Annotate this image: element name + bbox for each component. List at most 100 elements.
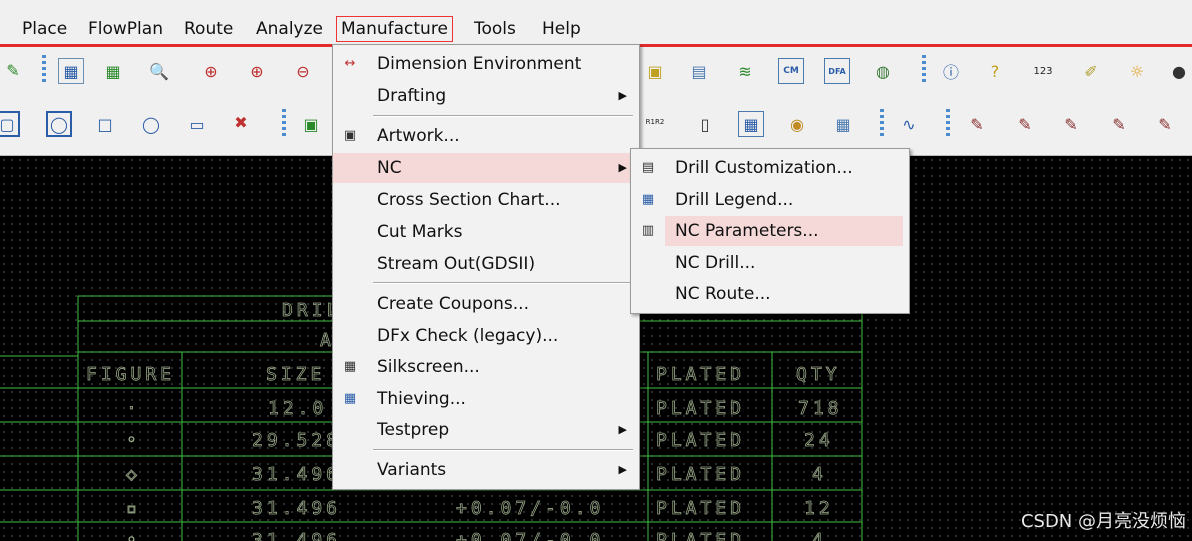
row4-qty: 12 <box>804 498 834 519</box>
dimension-icon: ↔ <box>344 56 356 71</box>
menu-item-silkscreen[interactable]: ▦ Silkscreen... <box>333 352 639 382</box>
nc-submenu: ▤ Drill Customization... ▦ Drill Legend.… <box>630 148 910 314</box>
row3-figure: ◇ <box>126 464 141 485</box>
window-icon[interactable]: ▭ <box>184 111 210 137</box>
thieving-icon: ▦ <box>343 391 357 406</box>
row4-figure: ▫ <box>126 498 141 519</box>
note1-icon[interactable]: ✎ <box>964 111 990 137</box>
menu-item-nc[interactable]: NC ▶ <box>333 153 639 183</box>
color-icon[interactable]: ▣ <box>642 58 668 84</box>
menu-item-artwork[interactable]: ▣ Artwork... <box>333 121 639 151</box>
dfa-icon[interactable]: DFA <box>824 58 850 84</box>
row4-size: 31.496 <box>252 498 341 519</box>
bomb-icon[interactable]: ● <box>1166 58 1192 84</box>
array-icon[interactable]: ▦ <box>830 111 856 137</box>
row3-size: 31.496 <box>252 464 341 485</box>
menu-item-drill-customization[interactable]: ▤ Drill Customization... <box>631 153 909 183</box>
row1-figure: · <box>126 398 141 419</box>
menu-item-nc-route[interactable]: NC Route... <box>631 279 909 309</box>
menu-separator <box>373 282 633 284</box>
grid-snap-icon[interactable]: ▦ <box>100 58 126 84</box>
shape-round-icon[interactable]: ◯ <box>46 111 72 137</box>
row1-plated: PLATED <box>656 398 745 419</box>
menu-item-stream-out[interactable]: Stream Out(GDSII) <box>333 249 639 279</box>
menu-flowplan[interactable]: FlowPlan <box>88 18 163 40</box>
menu-item-drill-legend[interactable]: ▦ Drill Legend... <box>631 185 909 215</box>
menu-item-cross-section-chart[interactable]: Cross Section Chart... <box>333 185 639 215</box>
shape-icon[interactable]: ▢ <box>0 111 20 137</box>
menu-analyze[interactable]: Analyze <box>256 18 323 40</box>
text-icon[interactable]: ▯ <box>692 111 718 137</box>
zoom-out-icon[interactable]: ⊖ <box>290 58 316 84</box>
grid-icon[interactable]: ▦ <box>58 58 84 84</box>
menu-help[interactable]: Help <box>542 18 581 40</box>
silkscreen-icon: ▦ <box>343 359 357 374</box>
drill-legend-icon: ▦ <box>641 192 655 207</box>
menu-item-thieving[interactable]: ▦ Thieving... <box>333 384 639 414</box>
menu-route[interactable]: Route <box>184 18 233 40</box>
menu-item-create-coupons[interactable]: Create Coupons... <box>333 289 639 319</box>
brush-icon[interactable]: ✐ <box>1078 58 1104 84</box>
menu-item-variants[interactable]: Variants ▶ <box>333 455 639 485</box>
row4-tolerance: +0.07/-0.0 <box>456 498 604 519</box>
toolbar-separator <box>946 109 950 139</box>
row1-size: 12.0 <box>268 398 327 419</box>
submenu-arrow-icon: ▶ <box>618 423 627 436</box>
menu-item-nc-drill[interactable]: NC Drill... <box>631 248 909 278</box>
submenu-arrow-icon: ▶ <box>618 161 627 174</box>
delete-icon[interactable]: ✖ <box>228 109 254 135</box>
note2-icon[interactable]: ✎ <box>1012 111 1038 137</box>
menu-item-dimension-environment[interactable]: ↔ Dimension Environment <box>333 49 639 79</box>
cm-icon[interactable]: CM <box>778 58 804 84</box>
layer-icon[interactable]: ▤ <box>686 58 712 84</box>
info-icon[interactable]: ⓘ <box>938 58 964 84</box>
row3-plated: PLATED <box>656 464 745 485</box>
drill-customization-icon: ▤ <box>641 160 655 175</box>
watermark: CSDN @月亮没烦恼 <box>1020 511 1186 532</box>
stack-icon[interactable]: ≋ <box>732 58 758 84</box>
manufacture-menu: ↔ Dimension Environment Drafting ▶ ▣ Art… <box>332 44 640 490</box>
pin-icon[interactable]: ✎ <box>0 57 26 83</box>
submenu-arrow-icon: ▶ <box>618 463 627 476</box>
menu-item-nc-parameters[interactable]: ▥ NC Parameters... <box>642 216 903 246</box>
r1r2-icon[interactable]: R1R2 <box>642 109 668 135</box>
artwork-icon: ▣ <box>343 128 357 143</box>
zoom-in-icon[interactable]: ⊕ <box>198 58 224 84</box>
note3-icon[interactable]: ✎ <box>1058 111 1084 137</box>
tp-icon[interactable]: ◉ <box>784 111 810 137</box>
wave-icon[interactable]: ∿ <box>896 111 922 137</box>
menubar: Place FlowPlan Route Analyze Manufacture… <box>0 0 1192 47</box>
menu-place[interactable]: Place <box>22 18 67 40</box>
menu-separator <box>373 449 633 451</box>
note4-icon[interactable]: ✎ <box>1106 111 1132 137</box>
header-size: SIZE <box>266 364 325 385</box>
menu-item-cut-marks[interactable]: Cut Marks <box>333 217 639 247</box>
globe-icon[interactable]: ◍ <box>870 58 896 84</box>
menu-manufacture[interactable]: Manufacture <box>336 16 453 42</box>
menu-item-drafting[interactable]: Drafting ▶ <box>333 81 639 111</box>
menu-item-testprep[interactable]: Testprep ▶ <box>333 415 639 445</box>
grid-select-icon[interactable]: ▦ <box>738 111 764 137</box>
square-icon[interactable]: □ <box>92 111 118 137</box>
toolbar-separator <box>282 109 286 139</box>
zoom-plus-icon[interactable]: ⊕ <box>244 58 270 84</box>
row5-plated: PLATED <box>656 530 745 541</box>
header-qty: QTY <box>796 364 841 385</box>
menu-item-dfx-check[interactable]: DFx Check (legacy)... <box>333 321 639 351</box>
header-figure: FIGURE <box>86 364 175 385</box>
menu-separator <box>373 115 633 117</box>
sun-icon[interactable]: ☼ <box>1124 58 1150 84</box>
ruler-icon[interactable]: 123 <box>1030 58 1056 84</box>
zoom-fit-icon[interactable]: 🔍 <box>146 58 172 84</box>
row2-figure: ◦ <box>126 430 141 451</box>
help-icon[interactable]: ? <box>982 58 1008 84</box>
row4-plated: PLATED <box>656 498 745 519</box>
menu-tools[interactable]: Tools <box>474 18 516 40</box>
circle-icon[interactable]: ◯ <box>138 111 164 137</box>
row5-size: 31.496 <box>252 530 341 541</box>
row2-size: 29.528 <box>252 430 341 451</box>
note5-icon[interactable]: ✎ <box>1152 111 1178 137</box>
row2-qty: 24 <box>804 430 834 451</box>
row3-qty: 4 <box>812 464 827 485</box>
board-icon[interactable]: ▣ <box>298 111 324 137</box>
